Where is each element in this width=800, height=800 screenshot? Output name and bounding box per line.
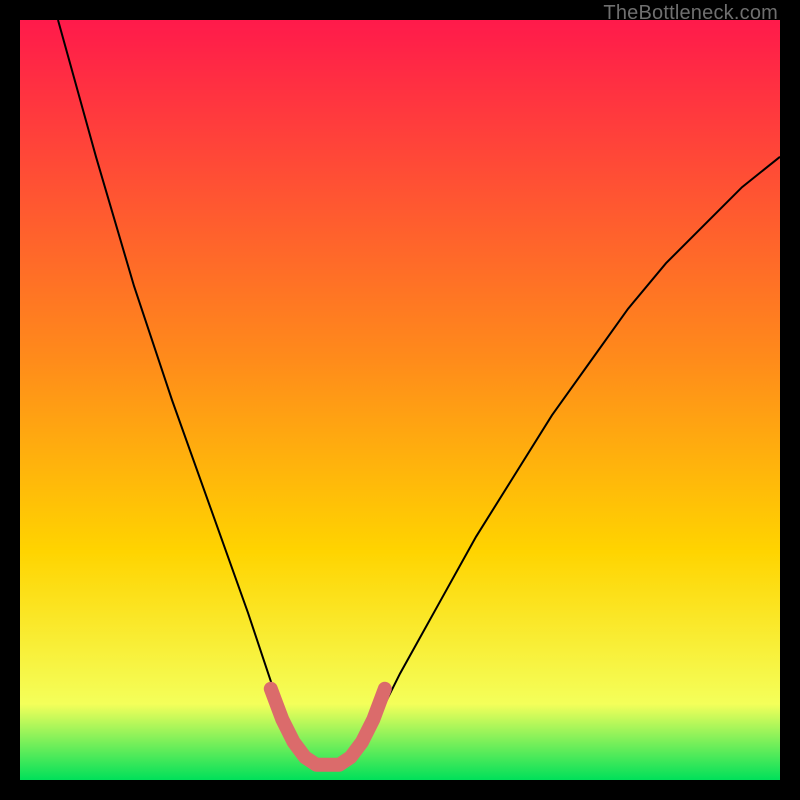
gradient-background [20,20,780,780]
chart-frame [20,20,780,780]
watermark-text: TheBottleneck.com [603,2,778,25]
bottleneck-chart [20,20,780,780]
